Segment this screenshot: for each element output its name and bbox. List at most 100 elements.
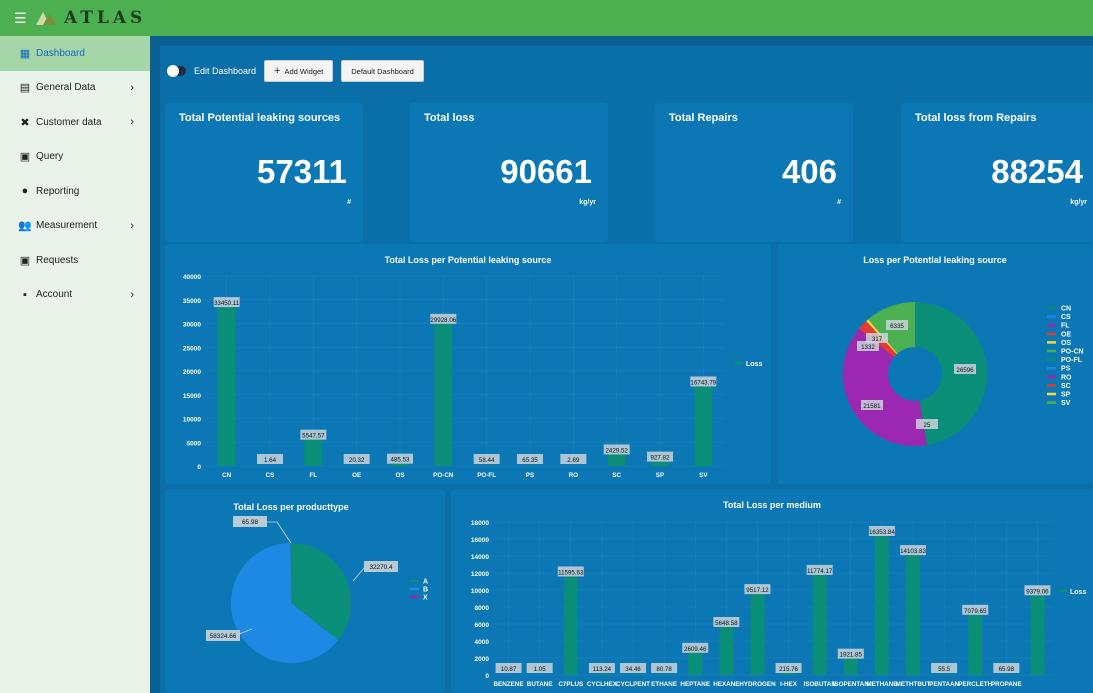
bar[interactable]: [304, 439, 323, 466]
bar[interactable]: [1030, 595, 1045, 675]
sidebar-item-label: Customer data: [36, 116, 102, 128]
y-tick-label: 10000: [471, 588, 489, 595]
data-label: 26596: [956, 367, 974, 374]
pie-chart-svg: Total Loss per producttype 32270.4 58324.6…: [206, 502, 428, 663]
x-tick-label: C7PLUS: [558, 681, 583, 688]
data-label: 2429.52: [605, 447, 628, 454]
chart-loss-per-source-bar: Total Loss per Potential leaking source 4…: [165, 244, 771, 484]
x-tick-label: CYCLPENT: [616, 681, 650, 688]
legend-label: RO: [1061, 374, 1072, 381]
bar[interactable]: [434, 323, 453, 466]
kpi-title: Total loss from Repairs: [915, 112, 1037, 124]
chevron-right-icon: ›: [130, 81, 134, 94]
chevron-right-icon: ›: [130, 219, 134, 232]
x-tick-label: HYDROGEN: [739, 681, 776, 688]
bar[interactable]: [968, 614, 983, 675]
data-label: 65.35: [522, 457, 538, 464]
sidebar-item-query[interactable]: ▣ Query: [0, 140, 150, 175]
kpi-card-loss-from-repairs: Total loss from Repairs 88254 kg/yr: [901, 103, 1093, 242]
x-tick-label: PERCLETH: [958, 681, 992, 688]
bar[interactable]: [688, 652, 703, 675]
data-label: 16743.79: [690, 379, 716, 386]
sidebar-item-label: Dashboard: [36, 47, 85, 59]
bar[interactable]: [217, 307, 236, 466]
data-label: 20.32: [349, 457, 365, 464]
y-tick-label: 14000: [471, 554, 489, 561]
y-tick-label: 40000: [183, 274, 201, 281]
bar[interactable]: [781, 673, 796, 675]
sidebar-item-label: Reporting: [36, 185, 80, 197]
chevron-right-icon: ›: [130, 288, 134, 301]
bar[interactable]: [607, 454, 626, 466]
y-tick-label: 25000: [183, 345, 201, 352]
bar[interactable]: [563, 576, 578, 675]
edit-dashboard-toggle[interactable]: [167, 65, 186, 77]
chart-title: Loss per Potential leaking source: [863, 255, 1007, 265]
data-label: 5648.58: [715, 620, 738, 627]
bar-chart-svg: Total Loss per Potential leaking source 4…: [183, 255, 763, 479]
kpi-title: Total loss: [424, 112, 475, 124]
x-tick-label: PO-FL: [477, 472, 496, 479]
sidebar-item-account[interactable]: ▪ Account ›: [0, 278, 150, 313]
y-tick-label: 8000: [475, 605, 490, 612]
data-label: 11595.63: [558, 569, 584, 576]
y-tick-label: 20000: [183, 369, 201, 376]
bar[interactable]: [594, 674, 609, 675]
bar[interactable]: [999, 674, 1014, 675]
x-tick-label: PO-CN: [433, 472, 454, 479]
kpi-title: Total Potential leaking sources: [179, 112, 341, 124]
data-label: 9517.12: [746, 587, 769, 594]
add-widget-label: Add Widget: [284, 66, 324, 76]
y-tick-label: 0: [197, 464, 201, 471]
sidebar-item-requests[interactable]: ▣ Requests: [0, 243, 150, 278]
bar[interactable]: [906, 555, 920, 675]
label-leader-line: [352, 566, 366, 582]
y-tick-label: 5000: [187, 440, 202, 447]
sidebar-item-reporting[interactable]: ● Reporting: [0, 174, 150, 209]
kpi-card-total-loss: Total loss 90661 kg/yr: [410, 103, 608, 242]
data-label: 7079.65: [964, 608, 987, 615]
sidebar-item-label: Requests: [36, 254, 79, 266]
add-widget-button[interactable]: + Add Widget: [264, 60, 334, 82]
x-tick-label: PROPANE: [991, 681, 1022, 688]
dashboard-panel: Edit Dashboard + Add Widget Default Dash…: [160, 46, 1093, 693]
bar[interactable]: [657, 674, 672, 675]
data-label: 65.98: [999, 666, 1015, 673]
bar[interactable]: [391, 463, 409, 466]
bar[interactable]: [812, 574, 827, 675]
data-label: 29928.06: [430, 317, 456, 324]
bar[interactable]: [719, 626, 734, 675]
x-tick-label: ISOPENTAN: [833, 681, 870, 688]
data-label: 6335: [890, 323, 904, 330]
x-tick-label: SP: [656, 472, 664, 479]
x-tick-label: PS: [526, 472, 534, 479]
x-tick-label: BENZENE: [494, 681, 524, 688]
sidebar-item-customer-data[interactable]: ✖ Customer data ›: [0, 105, 150, 140]
bar[interactable]: [750, 594, 765, 675]
data-label: 55.5: [938, 666, 951, 673]
bar[interactable]: [694, 386, 713, 466]
hamburger-menu-icon[interactable]: ☰: [14, 10, 36, 27]
kpi-title: Total Repairs: [669, 112, 738, 124]
bar[interactable]: [651, 461, 669, 466]
bubbles-icon: ●: [21, 185, 29, 198]
default-dashboard-button[interactable]: Default Dashboard: [341, 60, 424, 82]
legend-label: PO-CN: [1061, 349, 1084, 356]
mountain-logo-icon: [36, 12, 56, 25]
y-tick-label: 6000: [475, 622, 490, 629]
bar[interactable]: [874, 535, 889, 675]
sidebar-item-general-data[interactable]: ▤ General Data ›: [0, 71, 150, 106]
data-label: 1921.85: [840, 652, 863, 659]
data-label: 1332: [861, 344, 875, 351]
legend-label: SV: [1061, 400, 1071, 407]
chart-title: Total Loss per Potential leaking source: [385, 255, 552, 265]
sidebar-item-measurement[interactable]: 👥 Measurement ›: [0, 209, 150, 244]
sidebar-item-dashboard[interactable]: ▦ Dashboard: [0, 36, 150, 71]
bar[interactable]: [843, 658, 858, 675]
data-label: 33450.11: [214, 300, 240, 307]
top-app-bar: ☰ ATLAS: [0, 0, 1093, 36]
requests-icon: ▣: [19, 254, 31, 267]
data-label: 317: [872, 336, 883, 343]
data-label: 58.44: [479, 457, 495, 464]
legend-label: X: [423, 595, 428, 602]
